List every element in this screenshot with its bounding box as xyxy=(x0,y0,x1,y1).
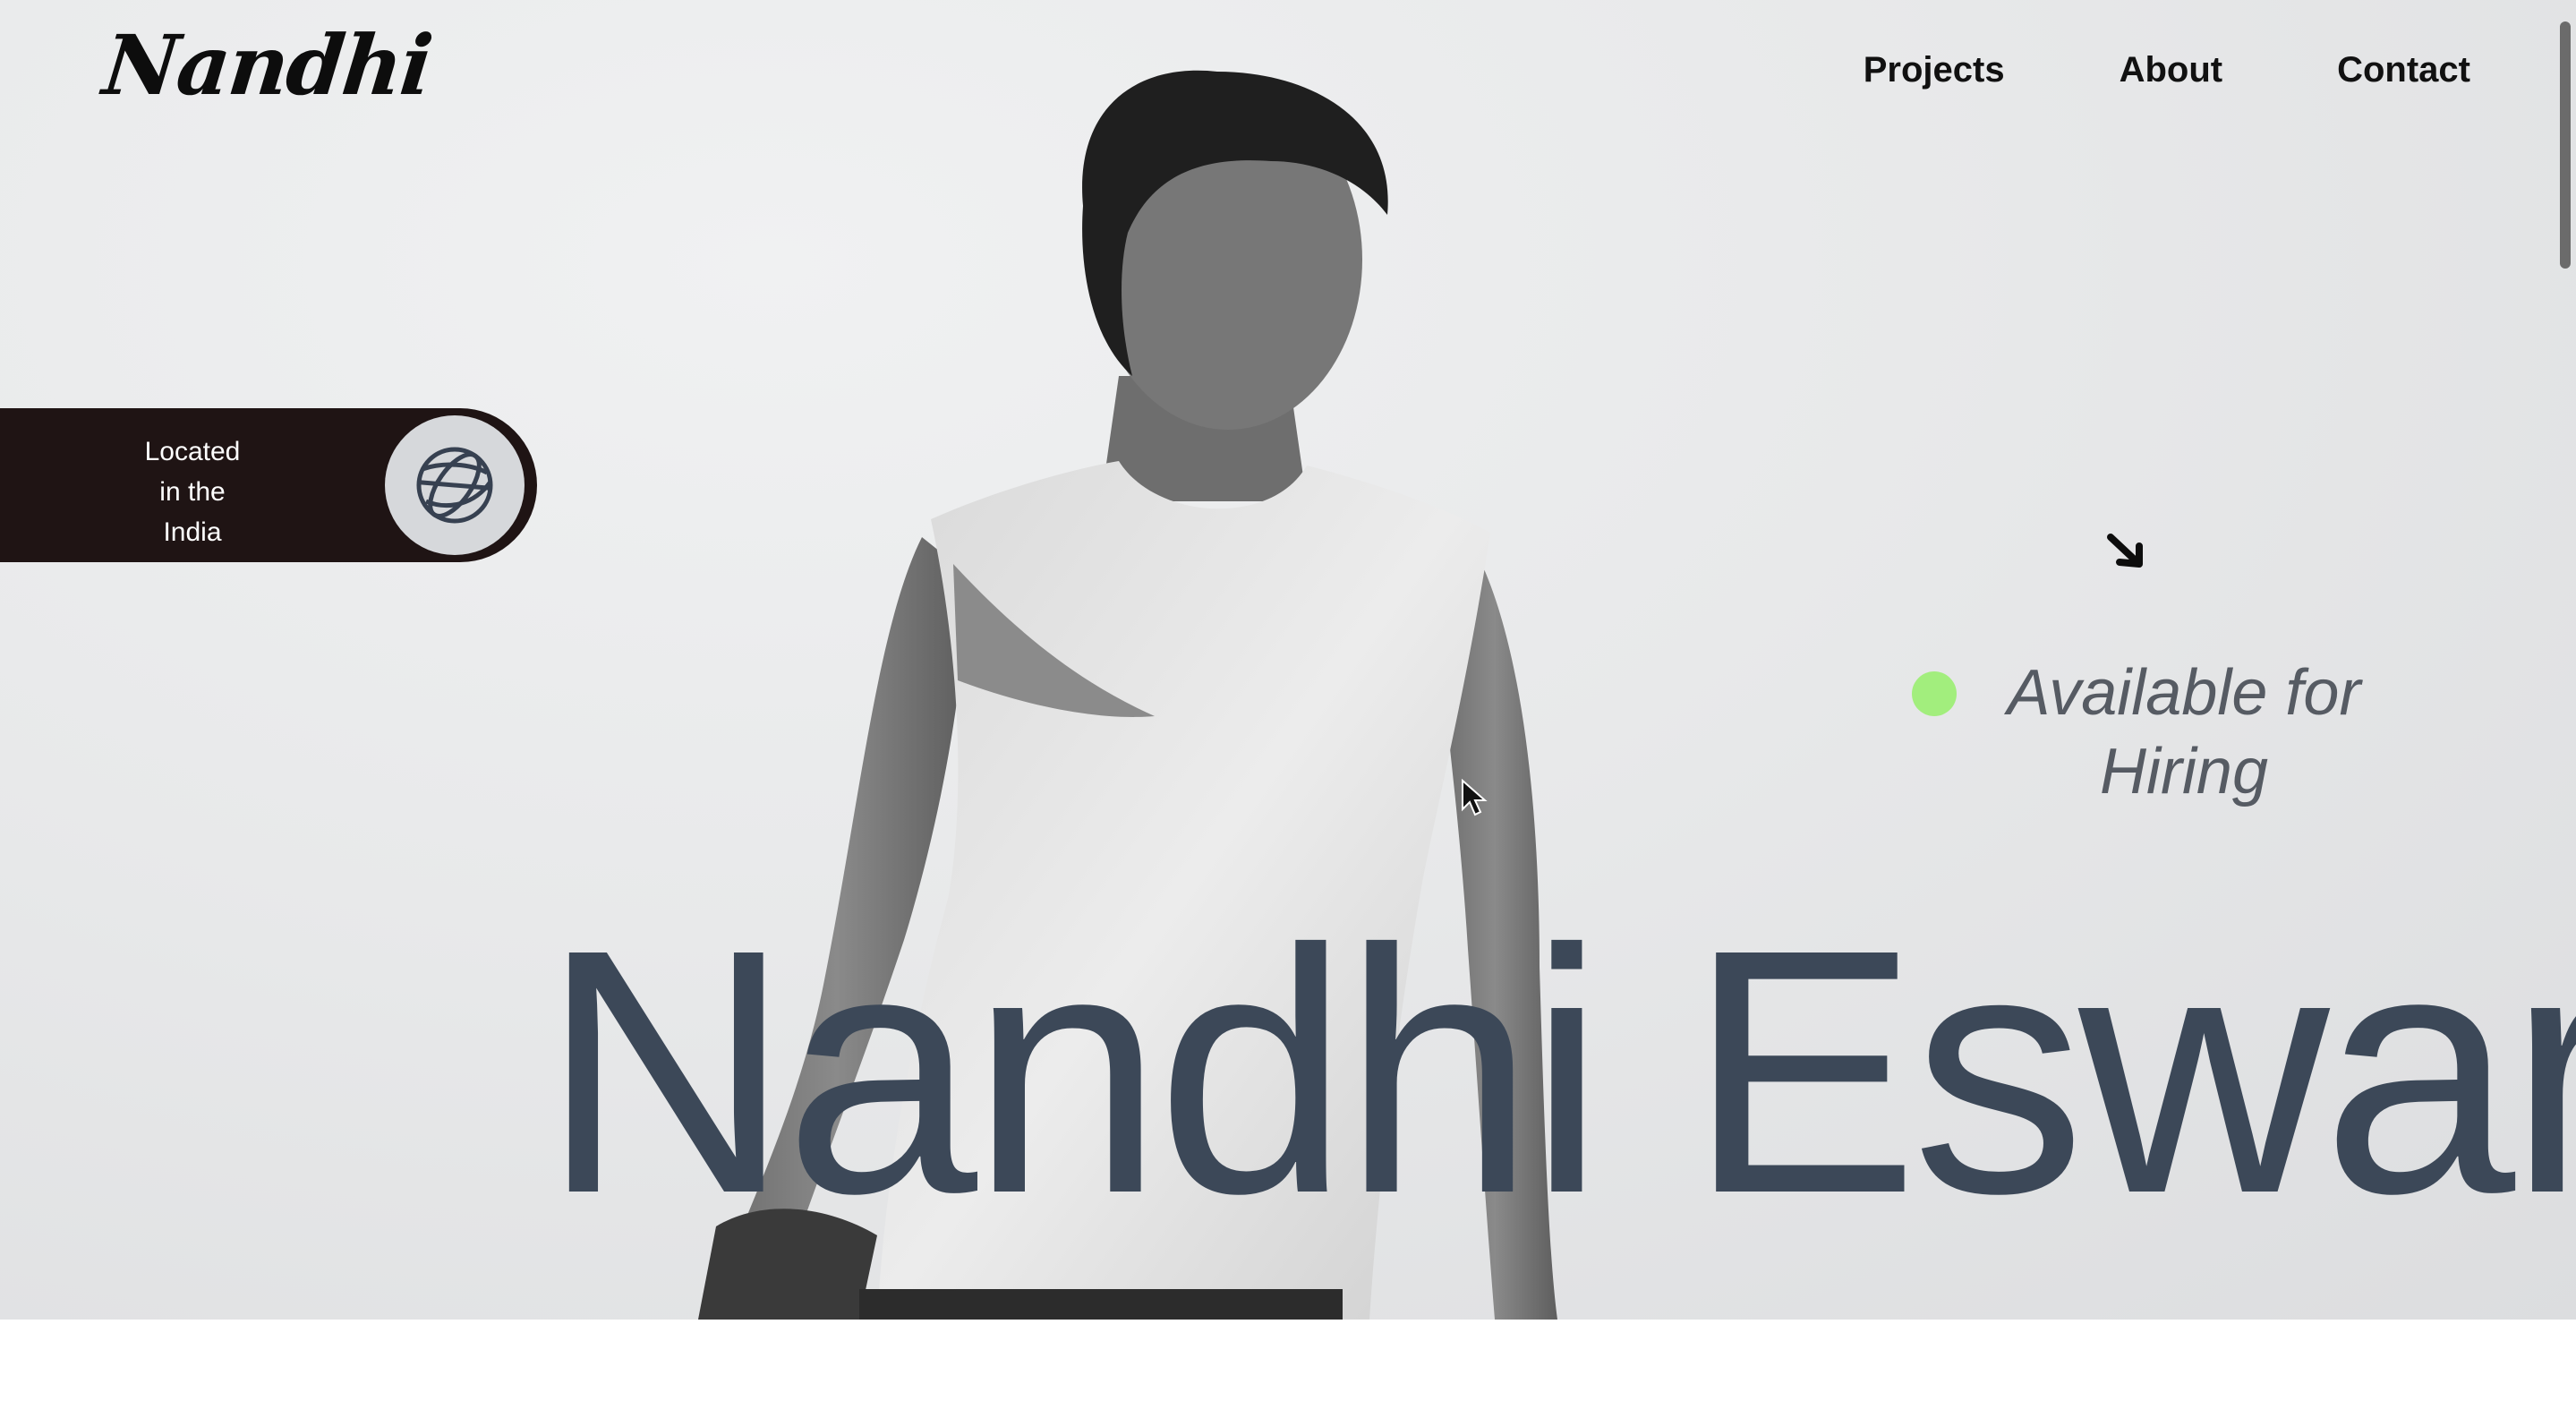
scrollbar[interactable] xyxy=(2555,0,2576,1320)
location-badge: Located in the India xyxy=(0,408,537,562)
nav-projects[interactable]: Projects xyxy=(1864,43,2005,97)
location-text: Located in the India xyxy=(107,431,277,552)
globe-icon xyxy=(416,447,493,524)
location-line-3: India xyxy=(163,517,222,547)
site-logo[interactable]: Nandhi xyxy=(98,16,435,115)
page: Nandhi Projects About Contact Located in… xyxy=(0,0,2576,1418)
location-line-1: Located xyxy=(144,437,241,466)
nav-about[interactable]: About xyxy=(2120,43,2223,97)
mouse-cursor-icon xyxy=(1462,779,1488,816)
nav-contact[interactable]: Contact xyxy=(2337,43,2470,97)
arrow-down-right-icon xyxy=(2107,534,2143,568)
next-section xyxy=(0,1320,2576,1418)
hero-section: Nandhi Projects About Contact Located in… xyxy=(0,0,2576,1320)
availability-text: Available for Hiring xyxy=(2007,657,2361,807)
location-line-2: in the xyxy=(159,477,226,507)
globe-badge xyxy=(385,415,525,555)
status-dot xyxy=(1912,671,1957,716)
scrollbar-thumb[interactable] xyxy=(2560,21,2571,269)
main-nav: Projects About Contact xyxy=(1864,43,2470,97)
hero-name: Nandhi Eswaran xyxy=(541,878,2576,1266)
